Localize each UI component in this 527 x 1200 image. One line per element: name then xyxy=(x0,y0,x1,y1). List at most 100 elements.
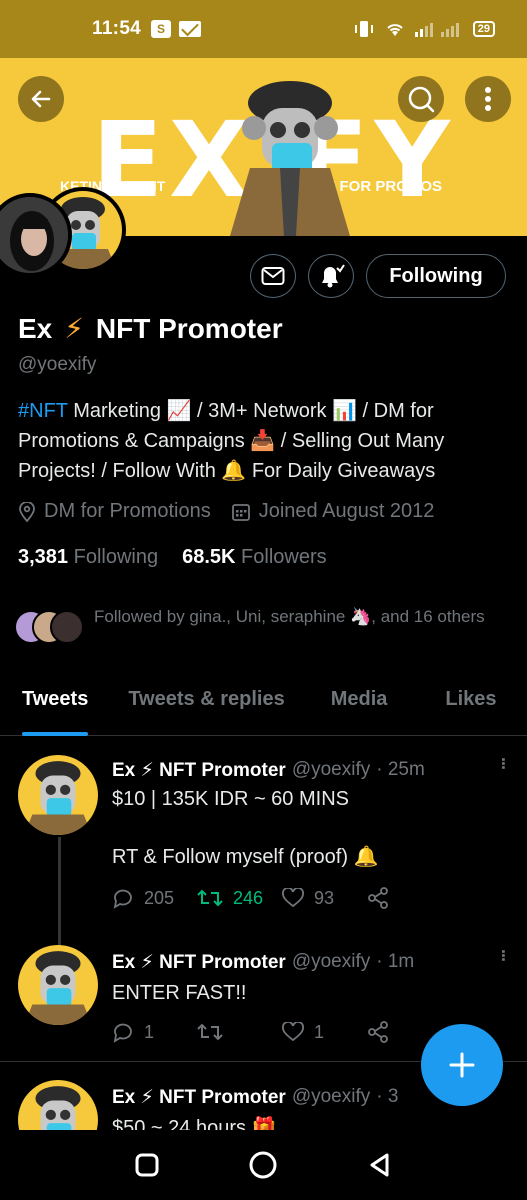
following-count: 3,381 xyxy=(18,546,69,568)
profile-handle: @yoexify xyxy=(18,354,97,375)
like-count: 1 xyxy=(314,1021,325,1042)
tweet-actions: 1 1 xyxy=(112,1021,452,1043)
tab-tweets[interactable]: Tweets xyxy=(22,672,89,736)
message-button[interactable] xyxy=(250,254,296,298)
notifications-button[interactable] xyxy=(308,254,354,298)
retweet-count: 246 xyxy=(233,887,264,908)
search-icon xyxy=(408,86,435,113)
tweet-header: Ex ⚡ NFT Promoter @yoexify · 3 xyxy=(112,1086,398,1109)
tweet-text: $10 | 135K IDR ~ 60 MINS RT & Follow mys… xyxy=(112,788,379,868)
reply-icon xyxy=(113,889,132,909)
joined-text: Joined August 2012 xyxy=(258,500,435,522)
tweet-time: · 3 xyxy=(376,1086,399,1107)
display-name: Ex ⚡ NFT Promoter xyxy=(18,312,283,345)
tweet-time: · 25m xyxy=(376,759,425,780)
status-time: 11:54 xyxy=(92,18,142,39)
tweet-time: · 1m xyxy=(376,951,415,972)
reply-button[interactable]: 1 xyxy=(112,1021,197,1043)
tweet-avatar[interactable] xyxy=(18,755,98,835)
followed-by-text: Followed by gina., Uni, seraphine 🦄, and… xyxy=(94,607,485,626)
calendar-icon xyxy=(231,503,250,521)
search-button[interactable] xyxy=(398,76,444,122)
following-button[interactable]: Following xyxy=(366,254,506,298)
tweet-more-button[interactable]: ··· xyxy=(492,757,513,769)
share-icon xyxy=(368,1021,388,1043)
vibrate-icon xyxy=(354,21,373,37)
reply-count: 1 xyxy=(144,1021,155,1042)
tweet-author-name: Ex ⚡ NFT Promoter xyxy=(112,1087,286,1108)
like-button[interactable]: 1 xyxy=(282,1021,367,1043)
bio-hashtag-link[interactable]: #NFT xyxy=(18,400,68,422)
tweet-author-handle: @yoexify xyxy=(291,759,371,780)
location-item: DM for Promotions xyxy=(18,500,211,523)
back-nav-button[interactable] xyxy=(367,1152,393,1178)
profile-avatar[interactable] xyxy=(0,185,128,297)
ape-illustration xyxy=(230,81,350,236)
back-button[interactable] xyxy=(18,76,64,122)
tweet-actions: 205 246 93 xyxy=(112,887,452,909)
location-pin-icon xyxy=(19,501,35,522)
like-button[interactable]: 93 xyxy=(282,887,367,909)
status-bar: 11:54 S 29 xyxy=(0,0,527,58)
following-count-label: Following xyxy=(73,546,159,568)
arrow-left-icon xyxy=(31,90,51,108)
followers-count-label: Followers xyxy=(241,546,327,568)
more-options-button[interactable] xyxy=(465,76,511,122)
tweet-text: ENTER FAST!! xyxy=(112,982,247,1004)
followers-count-link[interactable]: 68.5K Followers xyxy=(182,546,327,569)
lightning-emoji: ⚡ xyxy=(64,313,84,344)
tab-media[interactable]: Media xyxy=(331,672,388,736)
compose-tweet-button[interactable] xyxy=(421,1024,503,1106)
shopping-bag-icon: S xyxy=(151,20,172,38)
retweet-icon xyxy=(197,889,223,907)
followed-by-avatars xyxy=(14,610,86,650)
tweet-author-handle: @yoexify xyxy=(291,951,371,972)
followers-count: 68.5K xyxy=(182,546,236,568)
home-button[interactable] xyxy=(248,1150,278,1180)
display-name-rest: NFT Promoter xyxy=(95,312,283,344)
signal-icon xyxy=(414,23,459,37)
avatar xyxy=(50,610,84,644)
profile-bio: #NFT Marketing 📈 / 3M+ Network 📊 / DM fo… xyxy=(18,396,508,486)
tweet-author-name: Ex ⚡ NFT Promoter xyxy=(112,952,286,973)
follow-counts: 3,381 Following 68.5K Followers xyxy=(18,546,327,569)
tweet-item[interactable]: Ex ⚡ NFT Promoter @yoexify · 25m ··· $10… xyxy=(0,737,527,947)
profile-meta: DM for Promotions Joined August 2012 xyxy=(18,500,434,523)
location-text: DM for Promotions xyxy=(44,500,211,522)
plus-icon xyxy=(449,1052,475,1078)
tweet-text: $50 ~ 24 hours 🎁 xyxy=(112,1117,277,1130)
following-count-link[interactable]: 3,381 Following xyxy=(18,546,158,569)
tab-likes[interactable]: Likes xyxy=(445,672,496,736)
tweet-more-button[interactable]: ··· xyxy=(492,949,513,961)
system-nav-bar xyxy=(0,1130,527,1200)
tweet-avatar[interactable] xyxy=(18,945,98,1025)
tweet-header: Ex ⚡ NFT Promoter @yoexify · 1m xyxy=(112,951,414,974)
reply-button[interactable]: 205 xyxy=(112,887,197,909)
heart-icon xyxy=(282,1022,304,1042)
retweet-icon xyxy=(197,1023,223,1041)
followed-by-row[interactable]: Followed by gina., Uni, seraphine 🦄, and… xyxy=(14,604,514,650)
reply-icon xyxy=(113,1023,132,1043)
mail-notification-icon xyxy=(179,21,202,37)
recents-button[interactable] xyxy=(134,1152,160,1178)
envelope-icon xyxy=(261,267,285,285)
share-button[interactable] xyxy=(367,887,452,909)
profile-tabs: Tweets Tweets & replies Media Likes xyxy=(0,672,527,736)
battery-icon: 29 xyxy=(472,21,495,37)
tweet-avatar[interactable] xyxy=(18,1080,98,1130)
display-name-first: Ex xyxy=(18,312,53,344)
retweet-button[interactable] xyxy=(197,1021,282,1043)
joined-item: Joined August 2012 xyxy=(231,500,435,523)
heart-icon xyxy=(282,888,304,908)
tweet-author-name: Ex ⚡ NFT Promoter xyxy=(112,760,286,781)
tab-tweets-replies[interactable]: Tweets & replies xyxy=(128,672,284,736)
share-icon xyxy=(368,887,388,909)
like-count: 93 xyxy=(314,887,335,908)
tweet-header: Ex ⚡ NFT Promoter @yoexify · 25m xyxy=(112,759,425,782)
bio-text: Marketing 📈 / 3M+ Network 📊 / DM for Pro… xyxy=(18,400,445,482)
bell-check-icon xyxy=(322,264,345,288)
wifi-icon xyxy=(387,24,403,36)
tweet-author-handle: @yoexify xyxy=(291,1086,371,1107)
retweet-button[interactable]: 246 xyxy=(197,887,282,909)
more-vertical-icon xyxy=(485,87,491,111)
